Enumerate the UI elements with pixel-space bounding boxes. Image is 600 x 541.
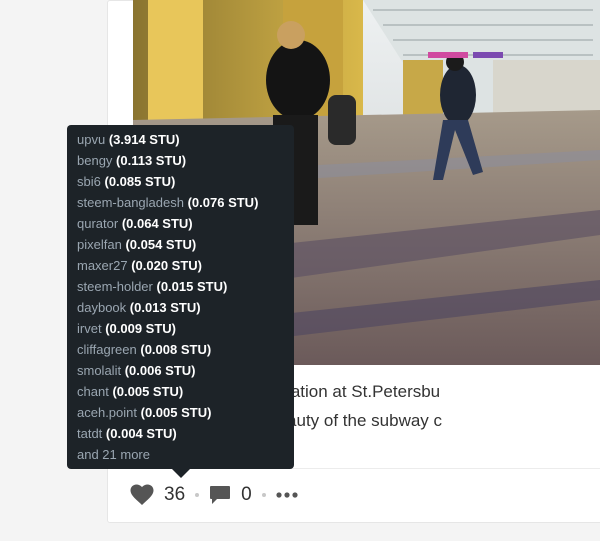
tooltip-arrow <box>172 469 190 478</box>
voter-row[interactable]: chant (0.005 STU) <box>77 381 294 402</box>
voter-name[interactable]: smolalit <box>77 363 121 378</box>
voter-name[interactable]: upvu <box>77 132 105 147</box>
comment-icon[interactable] <box>209 485 231 505</box>
voter-row[interactable]: upvu (3.914 STU) <box>77 129 294 150</box>
voter-name[interactable]: cliffagreen <box>77 342 137 357</box>
voter-amount: (0.006 STU) <box>124 363 196 378</box>
voter-row[interactable]: daybook (0.013 STU) <box>77 297 294 318</box>
heart-icon[interactable] <box>130 484 154 506</box>
voter-list: upvu (3.914 STU) bengy (0.113 STU) sbi6 (0… <box>77 129 294 444</box>
voter-amount: (3.914 STU) <box>108 132 180 147</box>
voter-row[interactable]: qurator (0.064 STU) <box>77 213 294 234</box>
voter-row[interactable]: aceh.point (0.005 STU) <box>77 402 294 423</box>
separator-dot <box>261 493 266 497</box>
voter-amount: (0.008 STU) <box>140 342 212 357</box>
voter-name[interactable]: bengy <box>77 153 112 168</box>
voter-row[interactable]: tatdt (0.004 STU) <box>77 423 294 444</box>
voter-name[interactable]: steem-bangladesh <box>77 195 184 210</box>
voter-name[interactable]: irvet <box>77 321 102 336</box>
voter-amount: (0.064 STU) <box>121 216 193 231</box>
voter-row[interactable]: cliffagreen (0.008 STU) <box>77 339 294 360</box>
voter-name[interactable]: maxer27 <box>77 258 128 273</box>
voter-name[interactable]: steem-holder <box>77 279 153 294</box>
voter-amount: (0.009 STU) <box>105 321 176 336</box>
voter-row[interactable]: maxer27 (0.020 STU) <box>77 255 294 276</box>
voter-row[interactable]: smolalit (0.006 STU) <box>77 360 294 381</box>
voter-name[interactable]: qurator <box>77 216 118 231</box>
voter-name[interactable]: tatdt <box>77 426 102 441</box>
voter-row[interactable]: pixelfan (0.054 STU) <box>77 234 294 255</box>
voter-amount: (0.013 STU) <box>129 300 201 315</box>
voter-amount: (0.015 STU) <box>156 279 228 294</box>
voter-name[interactable]: aceh.point <box>77 405 137 420</box>
comment-count[interactable]: 0 <box>241 484 252 506</box>
voter-amount: (0.005 STU) <box>140 405 212 420</box>
voters-tooltip: upvu (3.914 STU) bengy (0.113 STU) sbi6 (0… <box>67 125 294 469</box>
post-actions: 36 0 <box>130 478 298 512</box>
voter-name[interactable]: chant <box>77 384 109 399</box>
more-voters-link[interactable]: and 21 more <box>77 444 294 465</box>
voter-amount: (0.085 STU) <box>104 174 176 189</box>
voter-amount: (0.076 STU) <box>187 195 259 210</box>
voter-amount: (0.020 STU) <box>131 258 203 273</box>
voter-row[interactable]: sbi6 (0.085 STU) <box>77 171 294 192</box>
voter-amount: (0.113 STU) <box>116 153 187 168</box>
voter-amount: (0.005 STU) <box>112 384 184 399</box>
voter-name[interactable]: daybook <box>77 300 126 315</box>
voter-row[interactable]: bengy (0.113 STU) <box>77 150 294 171</box>
voter-row[interactable]: steem-bangladesh (0.076 STU) <box>77 192 294 213</box>
voter-row[interactable]: steem-holder (0.015 STU) <box>77 276 294 297</box>
voter-amount: (0.004 STU) <box>105 426 177 441</box>
voter-name[interactable]: pixelfan <box>77 237 122 252</box>
vote-count[interactable]: 36 <box>164 484 185 506</box>
voter-row[interactable]: irvet (0.009 STU) <box>77 318 294 339</box>
voter-amount: (0.054 STU) <box>125 237 197 252</box>
voter-name[interactable]: sbi6 <box>77 174 101 189</box>
more-options-icon[interactable] <box>276 492 298 498</box>
separator-dot <box>195 493 200 497</box>
